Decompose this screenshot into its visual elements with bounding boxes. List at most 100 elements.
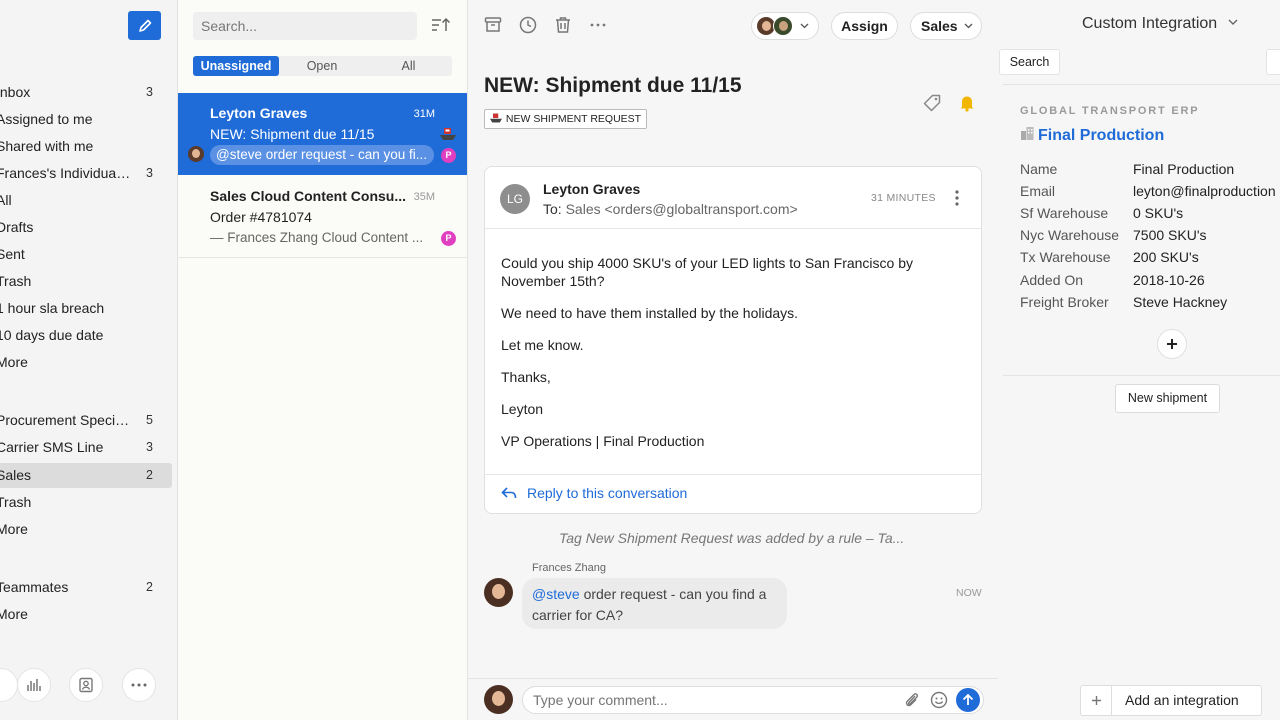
company-name: Final Production [1038, 127, 1165, 144]
inbox-dropdown[interactable]: Sales [910, 12, 982, 40]
search-input[interactable]: Search... [193, 12, 417, 40]
clock-icon [519, 16, 537, 34]
delete-button[interactable] [554, 16, 574, 36]
comment-avatar [484, 578, 513, 607]
add-integration-button[interactable]: Add an integration [1080, 685, 1262, 716]
company-link[interactable]: Final Production [1020, 126, 1164, 145]
integration-tab-button[interactable] [1266, 49, 1280, 75]
ellipsis-icon [590, 23, 606, 27]
nav-item-teammates-more[interactable]: More [0, 602, 172, 627]
nav-label: Sales [0, 467, 32, 483]
field-label: Name [1020, 161, 1058, 177]
send-button[interactable] [956, 688, 980, 712]
nav-item-trash[interactable]: Trash [0, 269, 172, 294]
integration-title[interactable]: Custom Integration [1082, 15, 1238, 33]
nav-item-sales[interactable]: Sales 2 [0, 463, 172, 488]
add-integration-label: Add an integration [1125, 692, 1239, 708]
nav-label: Carrier SMS Line [0, 439, 104, 455]
nav-label: Sent [0, 246, 25, 262]
priority-badge: P [441, 148, 456, 163]
nav-item-team-trash[interactable]: Trash [0, 490, 172, 515]
avatar [188, 146, 204, 162]
to-address: Sales <orders@globaltransport.com> [565, 201, 798, 217]
nav-item-individual[interactable]: Frances's Individual I... 3 [0, 161, 172, 186]
nav-item-team-more[interactable]: More [0, 517, 172, 542]
emoji-icon[interactable] [930, 691, 948, 709]
assignees-dropdown[interactable] [751, 12, 819, 40]
archive-button[interactable] [484, 16, 504, 36]
more-actions-button[interactable] [589, 16, 609, 36]
conversation-item-selected[interactable]: Leyton Graves 31M NEW: Shipment due 11/1… [178, 93, 467, 175]
new-shipment-button[interactable]: New shipment [1115, 384, 1220, 413]
pencil-icon [138, 19, 151, 32]
tag-chip[interactable]: NEW SHIPMENT REQUEST [484, 109, 648, 129]
nav-item-due-date[interactable]: 10 days due date [0, 323, 172, 348]
nav-label: Inbox [0, 84, 31, 100]
message-card: LG Leyton Graves To: Sales <orders@globa… [484, 166, 982, 514]
add-field-button[interactable] [1157, 329, 1187, 359]
nav-footer-button[interactable] [0, 668, 18, 702]
field-value: 200 SKU's [1133, 249, 1199, 265]
tab-all[interactable]: All [365, 56, 452, 76]
compose-button[interactable] [128, 11, 161, 40]
nav-item-drafts[interactable]: Drafts [0, 215, 172, 240]
nav-item-shared[interactable]: Shared with me [0, 134, 172, 159]
reply-button[interactable]: Reply to this conversation [501, 485, 687, 501]
divider [485, 228, 981, 229]
field-label: Added On [1020, 272, 1084, 288]
archive-icon [484, 17, 502, 32]
bell-icon[interactable] [959, 94, 975, 112]
tab-open[interactable]: Open [279, 56, 365, 76]
assign-button[interactable]: Assign [831, 12, 898, 40]
message-more-button[interactable] [949, 188, 965, 208]
nav-count: 3 [146, 85, 153, 99]
analytics-icon [27, 679, 41, 691]
nav-item-more[interactable]: More [0, 350, 172, 375]
paperclip-icon[interactable] [904, 691, 920, 709]
message-body-line: Let me know. [501, 337, 584, 353]
conversation-sender: Sales Cloud Content Consu... [210, 188, 407, 204]
field-value: 7500 SKU's [1133, 227, 1207, 243]
nav-count: 5 [146, 413, 153, 427]
message-time: 31 MINUTES [871, 192, 936, 204]
nav-label: Shared with me [0, 138, 94, 154]
analytics-button[interactable] [17, 668, 51, 702]
snooze-button[interactable] [519, 16, 539, 36]
field-label: Email [1020, 183, 1056, 199]
contacts-button[interactable] [69, 668, 103, 702]
avatar [773, 16, 793, 36]
comment-bubble: @steve order request - can you find a ca… [522, 578, 787, 629]
comment-mention[interactable]: @steve [532, 586, 580, 602]
conversation-subject: Order #4781074 [210, 209, 312, 225]
conversation-item[interactable]: Sales Cloud Content Consu... 35M Order #… [178, 176, 467, 258]
sort-button[interactable] [431, 16, 453, 36]
nav-label: More [0, 354, 28, 370]
nav-item-procurement[interactable]: Procurement Specia... 5 [0, 408, 172, 433]
integration-search-button[interactable]: Search [999, 49, 1060, 75]
nav-item-teammates[interactable]: Teammates 2 [0, 575, 172, 600]
nav-label: More [0, 606, 28, 622]
conversation-view: Assign Sales NEW: Shipment due 11/15 NEW… [468, 0, 998, 720]
chevron-down-icon [800, 23, 809, 29]
field-value: 2018-10-26 [1133, 272, 1205, 288]
field-label: Tx Warehouse [1020, 249, 1111, 265]
tag-icon[interactable] [923, 94, 941, 112]
nav-item-inbox[interactable]: Inbox 3 [0, 80, 172, 105]
field-value: leyton@finalproduction [1133, 183, 1276, 199]
erp-record-card: GLOBAL TRANSPORT ERP Final Production Na… [1003, 84, 1280, 376]
nav-item-carrier-sms[interactable]: Carrier SMS Line 3 [0, 435, 172, 460]
tag-label: NEW SHIPMENT REQUEST [505, 113, 642, 125]
nav-item-sla-breach[interactable]: 1 hour sla breach [0, 296, 172, 321]
conversation-subject-title: NEW: Shipment due 11/15 [484, 74, 742, 97]
nav-item-sent[interactable]: Sent [0, 242, 172, 267]
nav-count: 2 [146, 580, 153, 594]
more-apps-button[interactable] [122, 668, 156, 702]
tab-unassigned[interactable]: Unassigned [193, 56, 279, 76]
building-icon [1021, 127, 1034, 140]
nav-item-all[interactable]: All [0, 188, 172, 213]
conversation-preview: @steve order request - can you fi... [210, 145, 434, 165]
nav-item-assigned[interactable]: Assigned to me [0, 107, 172, 132]
field-label: Freight Broker [1020, 294, 1109, 310]
nav-label: 10 days due date [0, 327, 104, 343]
divider [485, 474, 981, 475]
